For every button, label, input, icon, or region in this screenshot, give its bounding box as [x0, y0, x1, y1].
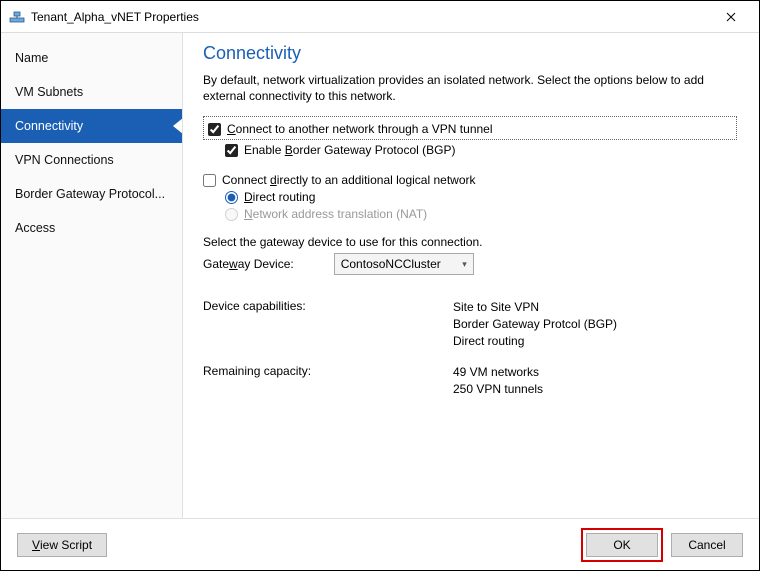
bgp-option[interactable]: Enable Border Gateway Protocol (BGP)	[203, 143, 737, 157]
sidebar-item-connectivity[interactable]: Connectivity	[1, 109, 182, 143]
nat-option[interactable]: Network address translation (NAT)	[203, 207, 737, 221]
app-icon	[9, 9, 25, 25]
capability-value: Site to Site VPN	[453, 299, 617, 316]
vpn-tunnel-group: Connect to another network through a VPN…	[203, 116, 737, 140]
intro-text: By default, network virtualization provi…	[203, 72, 737, 104]
title-bar: Tenant_Alpha_vNET Properties	[1, 1, 759, 33]
bgp-label: Enable Border Gateway Protocol (BGP)	[244, 143, 455, 157]
nat-label: Network address translation (NAT)	[244, 207, 427, 221]
direct-routing-option[interactable]: Direct routing	[203, 190, 737, 204]
capability-value: Direct routing	[453, 333, 617, 350]
vpn-tunnel-option[interactable]: Connect to another network through a VPN…	[208, 122, 732, 136]
cancel-button[interactable]: Cancel	[671, 533, 743, 557]
sidebar-item-bgp[interactable]: Border Gateway Protocol...	[1, 177, 182, 211]
gateway-block: Select the gateway device to use for thi…	[203, 235, 737, 275]
nat-radio[interactable]	[225, 208, 238, 221]
page-title: Connectivity	[203, 43, 737, 64]
sidebar: Name VM Subnets Connectivity VPN Connect…	[1, 33, 183, 518]
vpn-tunnel-label: Connect to another network through a VPN…	[227, 122, 493, 136]
sidebar-item-access[interactable]: Access	[1, 211, 182, 245]
direct-logical-label: Connect directly to an additional logica…	[222, 173, 476, 187]
chevron-down-icon: ▾	[462, 259, 467, 270]
capabilities-label: Device capabilities:	[203, 299, 453, 349]
footer: View Script OK Cancel	[1, 518, 759, 570]
direct-logical-option[interactable]: Connect directly to an additional logica…	[203, 173, 737, 187]
remaining-label: Remaining capacity:	[203, 364, 453, 398]
close-button[interactable]	[711, 3, 751, 31]
remaining-value: 250 VPN tunnels	[453, 381, 543, 398]
ok-highlight: OK	[581, 528, 663, 562]
info-grid: Device capabilities: Site to Site VPN Bo…	[203, 299, 737, 397]
view-script-button[interactable]: View Script	[17, 533, 107, 557]
content-panel: Connectivity By default, network virtual…	[183, 33, 759, 518]
ok-button[interactable]: OK	[586, 533, 658, 557]
gateway-device-label: Gateway Device:	[203, 257, 294, 271]
direct-routing-radio[interactable]	[225, 191, 238, 204]
gateway-device-value: ContosoNCCluster	[341, 257, 441, 271]
capability-value: Border Gateway Protcol (BGP)	[453, 316, 617, 333]
sidebar-item-name[interactable]: Name	[1, 41, 182, 75]
direct-routing-label: Direct routing	[244, 190, 315, 204]
vpn-tunnel-checkbox[interactable]	[208, 123, 221, 136]
main-area: Name VM Subnets Connectivity VPN Connect…	[1, 33, 759, 518]
bgp-checkbox[interactable]	[225, 144, 238, 157]
direct-logical-checkbox[interactable]	[203, 174, 216, 187]
sidebar-item-vpn-connections[interactable]: VPN Connections	[1, 143, 182, 177]
gateway-device-select[interactable]: ContosoNCCluster ▾	[334, 253, 474, 275]
sidebar-item-vm-subnets[interactable]: VM Subnets	[1, 75, 182, 109]
remaining-values: 49 VM networks 250 VPN tunnels	[453, 364, 543, 398]
remaining-value: 49 VM networks	[453, 364, 543, 381]
capabilities-values: Site to Site VPN Border Gateway Protcol …	[453, 299, 617, 349]
window-title: Tenant_Alpha_vNET Properties	[31, 10, 199, 24]
gateway-helper-text: Select the gateway device to use for thi…	[203, 235, 737, 249]
